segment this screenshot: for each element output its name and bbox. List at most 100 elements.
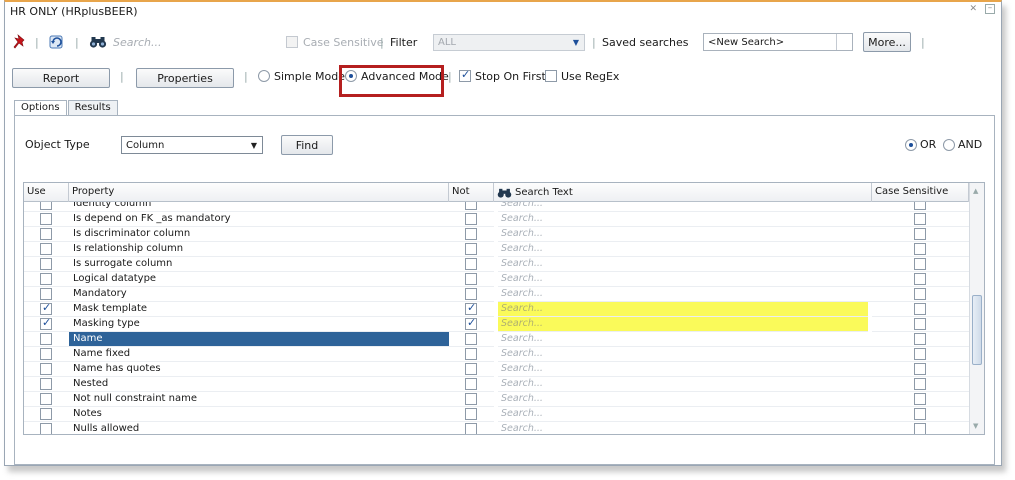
header-use[interactable]: Use bbox=[24, 183, 69, 202]
property-cell[interactable]: Nested bbox=[69, 377, 449, 392]
case-sensitive-row-checkbox[interactable] bbox=[914, 318, 926, 330]
use-checkbox[interactable] bbox=[40, 423, 52, 434]
refresh-button[interactable] bbox=[49, 30, 67, 54]
not-checkbox[interactable] bbox=[465, 273, 477, 285]
not-checkbox[interactable] bbox=[465, 423, 477, 434]
table-row[interactable]: Not null constraint name Search... bbox=[24, 392, 969, 407]
property-cell[interactable]: Mandatory bbox=[69, 287, 449, 302]
not-checkbox[interactable] bbox=[465, 333, 477, 345]
not-checkbox[interactable] bbox=[465, 213, 477, 225]
case-sensitive-row-checkbox[interactable] bbox=[914, 228, 926, 240]
not-checkbox[interactable] bbox=[465, 228, 477, 240]
minimize-icon[interactable]: – bbox=[985, 4, 995, 14]
simple-mode-radio[interactable]: Simple Mode bbox=[258, 64, 345, 88]
stop-on-first-checkbox[interactable]: Stop On First bbox=[459, 64, 546, 88]
case-sensitive-checkbox[interactable] bbox=[286, 30, 298, 54]
table-row[interactable]: Name fixed Search... bbox=[24, 347, 969, 362]
case-sensitive-row-checkbox[interactable] bbox=[914, 378, 926, 390]
not-checkbox[interactable] bbox=[465, 243, 477, 255]
object-type-select[interactable]: Column ▼ bbox=[121, 136, 263, 154]
use-checkbox[interactable] bbox=[40, 273, 52, 285]
case-sensitive-row-checkbox[interactable] bbox=[914, 363, 926, 375]
property-cell[interactable]: Masking type bbox=[69, 317, 449, 332]
search-text-cell[interactable]: Search... bbox=[498, 287, 872, 302]
search-text-cell[interactable]: Search... bbox=[498, 377, 872, 392]
table-row[interactable]: Masking type Search... bbox=[24, 316, 969, 332]
property-cell[interactable]: Is surrogate column bbox=[69, 257, 449, 272]
case-sensitive-row-checkbox[interactable] bbox=[914, 348, 926, 360]
case-sensitive-row-checkbox[interactable] bbox=[914, 202, 926, 210]
property-cell[interactable]: Mask template bbox=[69, 302, 449, 317]
not-checkbox[interactable] bbox=[465, 378, 477, 390]
property-cell[interactable]: Identity column bbox=[69, 202, 449, 212]
property-cell[interactable]: Name bbox=[69, 332, 449, 347]
header-property[interactable]: Property bbox=[69, 183, 449, 202]
vertical-scrollbar[interactable]: ▲ ▼ bbox=[969, 183, 984, 434]
table-row[interactable]: Nested Search... bbox=[24, 377, 969, 392]
not-checkbox[interactable] bbox=[465, 316, 477, 330]
search-text-cell[interactable]: Search... bbox=[498, 302, 868, 317]
report-button[interactable]: Report bbox=[12, 68, 110, 88]
property-cell[interactable]: Is relationship column bbox=[69, 242, 449, 257]
case-sensitive-row-checkbox[interactable] bbox=[914, 288, 926, 300]
case-sensitive-row-checkbox[interactable] bbox=[914, 243, 926, 255]
use-checkbox[interactable] bbox=[40, 378, 52, 390]
use-checkbox[interactable] bbox=[40, 316, 52, 330]
case-sensitive-row-checkbox[interactable] bbox=[914, 213, 926, 225]
search-text-cell[interactable]: Search... bbox=[498, 317, 868, 332]
table-row[interactable]: Mask template Search... bbox=[24, 301, 969, 317]
use-checkbox[interactable] bbox=[40, 228, 52, 240]
table-row[interactable]: Is discriminator column Search... bbox=[24, 227, 969, 242]
case-sensitive-row-checkbox[interactable] bbox=[914, 273, 926, 285]
table-row[interactable]: Is relationship column Search... bbox=[24, 242, 969, 257]
case-sensitive-row-checkbox[interactable] bbox=[914, 303, 926, 315]
search-input[interactable]: Search... bbox=[113, 30, 162, 54]
close-icon[interactable]: ✕ bbox=[969, 4, 977, 14]
table-row[interactable]: Name has quotes Search... bbox=[24, 362, 969, 377]
table-row[interactable]: Nulls allowed Search... bbox=[24, 422, 969, 434]
not-checkbox[interactable] bbox=[465, 288, 477, 300]
pin-button[interactable] bbox=[13, 30, 27, 54]
search-text-cell[interactable]: Search... bbox=[498, 242, 872, 257]
property-cell[interactable]: Notes bbox=[69, 407, 449, 422]
case-sensitive-row-checkbox[interactable] bbox=[914, 393, 926, 405]
use-checkbox[interactable] bbox=[40, 408, 52, 420]
use-checkbox[interactable] bbox=[40, 333, 52, 345]
header-case-sensitive[interactable]: Case Sensitive bbox=[872, 183, 969, 202]
not-checkbox[interactable] bbox=[465, 348, 477, 360]
search-text-cell[interactable]: Search... bbox=[498, 332, 872, 347]
search-text-cell[interactable]: Search... bbox=[498, 422, 872, 434]
header-search-text[interactable]: Search Text bbox=[494, 183, 872, 202]
or-radio[interactable]: OR bbox=[905, 138, 936, 151]
use-checkbox[interactable] bbox=[40, 363, 52, 375]
binoculars-button[interactable] bbox=[89, 30, 107, 54]
property-cell[interactable]: Name fixed bbox=[69, 347, 449, 362]
not-checkbox[interactable] bbox=[465, 202, 477, 210]
search-text-cell[interactable]: Search... bbox=[498, 362, 872, 377]
search-text-cell[interactable]: Search... bbox=[498, 227, 872, 242]
not-checkbox[interactable] bbox=[465, 301, 477, 315]
scroll-down-icon[interactable]: ▼ bbox=[973, 422, 978, 430]
properties-button[interactable]: Properties bbox=[136, 68, 234, 88]
use-checkbox[interactable] bbox=[40, 288, 52, 300]
use-checkbox[interactable] bbox=[40, 301, 52, 315]
property-cell[interactable]: Not null constraint name bbox=[69, 392, 449, 407]
not-checkbox[interactable] bbox=[465, 408, 477, 420]
search-text-cell[interactable]: Search... bbox=[498, 347, 872, 362]
not-checkbox[interactable] bbox=[465, 393, 477, 405]
property-cell[interactable]: Is discriminator column bbox=[69, 227, 449, 242]
table-row[interactable]: Mandatory Search... bbox=[24, 287, 969, 302]
case-sensitive-row-checkbox[interactable] bbox=[914, 333, 926, 345]
table-row[interactable]: Name Search... bbox=[24, 332, 969, 347]
tab-results[interactable]: Results bbox=[67, 100, 118, 116]
case-sensitive-row-checkbox[interactable] bbox=[914, 423, 926, 434]
scroll-up-icon[interactable]: ▲ bbox=[973, 187, 978, 195]
saved-search-select[interactable]: <New Search> bbox=[703, 30, 853, 54]
table-row[interactable]: Notes Search... bbox=[24, 407, 969, 422]
use-checkbox[interactable] bbox=[40, 348, 52, 360]
use-checkbox[interactable] bbox=[40, 243, 52, 255]
and-radio[interactable]: AND bbox=[943, 138, 982, 151]
property-cell[interactable]: Logical datatype bbox=[69, 272, 449, 287]
use-checkbox[interactable] bbox=[40, 213, 52, 225]
use-checkbox[interactable] bbox=[40, 393, 52, 405]
